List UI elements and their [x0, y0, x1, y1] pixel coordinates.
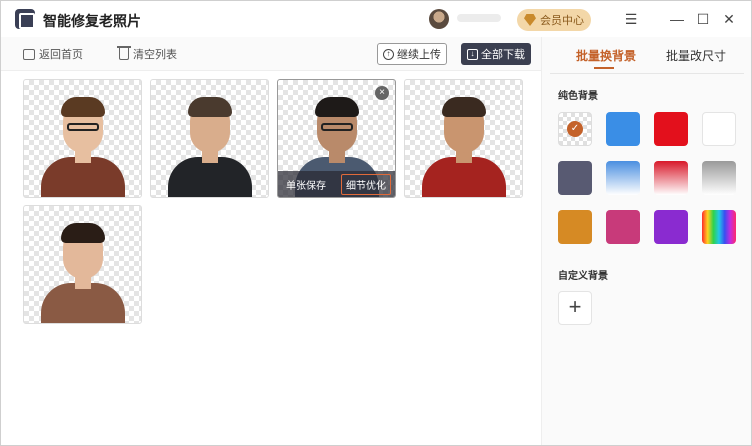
diamond-icon [524, 14, 536, 26]
photo-grid: × 单张保存 细节优化 [15, 71, 531, 433]
app-logo-icon [15, 9, 35, 29]
clear-list-label: 清空列表 [133, 49, 177, 61]
home-icon [23, 48, 35, 60]
back-home-label: 返回首页 [39, 49, 83, 61]
clear-list-button[interactable]: 清空列表 [117, 46, 177, 62]
menu-icon[interactable]: ☰ [623, 11, 639, 27]
trash-icon [117, 46, 131, 60]
vip-center-label: 会员中心 [540, 15, 584, 27]
left-toolbar: 返回首页 清空列表 [1, 37, 541, 71]
avatar[interactable] [429, 9, 449, 29]
portrait-image [40, 211, 125, 323]
tab-batch-background[interactable]: 批量换背景 [576, 47, 636, 64]
photo-card[interactable] [23, 79, 142, 198]
color-swatch[interactable] [606, 161, 640, 195]
photo-action-bar: 单张保存 细节优化 [278, 171, 395, 197]
color-swatch[interactable]: ✓ [558, 112, 592, 146]
color-swatch[interactable] [606, 210, 640, 244]
remove-photo-icon[interactable]: × [375, 86, 389, 100]
title-bar: 智能修复老照片 会员中心 ☰ — ☐ ✕ [1, 1, 751, 37]
download-icon: ↓ [467, 48, 478, 60]
tab-batch-resize[interactable]: 批量改尺寸 [666, 47, 726, 64]
continue-upload-button[interactable]: ↑ 继续上传 [377, 43, 447, 65]
color-swatch[interactable] [702, 161, 736, 195]
username-blurred [457, 14, 501, 22]
color-swatch[interactable] [558, 210, 592, 244]
solid-background-label: 纯色背景 [558, 91, 598, 102]
color-swatch[interactable] [558, 161, 592, 195]
color-swatch[interactable] [654, 210, 688, 244]
photo-card[interactable] [404, 79, 523, 198]
color-swatch[interactable] [654, 112, 688, 146]
portrait-image [421, 85, 506, 197]
back-home-button[interactable]: 返回首页 [23, 46, 83, 62]
color-swatch[interactable] [702, 112, 736, 146]
portrait-image [167, 85, 252, 197]
active-tab-indicator [594, 67, 614, 69]
minimize-icon[interactable]: — [669, 11, 685, 27]
app-title: 智能修复老照片 [43, 13, 141, 29]
upload-icon: ↑ [383, 48, 394, 60]
vip-center-button[interactable]: 会员中心 [517, 9, 591, 31]
color-swatch[interactable] [702, 210, 736, 244]
right-panel: 批量换背景 批量改尺寸 纯色背景 ✓ 自定义背景 + [541, 37, 751, 445]
download-all-button[interactable]: ↓ 全部下载 [461, 43, 531, 65]
app-window: 智能修复老照片 会员中心 ☰ — ☐ ✕ 返回首页 清空列表 ↑ 继续上传 ↓ … [0, 0, 752, 446]
photo-card[interactable]: × 单张保存 细节优化 [277, 79, 396, 198]
save-single-button[interactable]: 单张保存 [286, 177, 326, 192]
photo-card[interactable] [150, 79, 269, 198]
check-icon: ✓ [567, 121, 583, 137]
detail-optimize-button[interactable]: 细节优化 [341, 173, 391, 195]
photo-card[interactable] [23, 205, 142, 324]
custom-background-label: 自定义背景 [558, 271, 608, 282]
add-custom-background-button[interactable]: + [558, 291, 592, 325]
portrait-image [40, 85, 125, 197]
color-swatch[interactable] [606, 112, 640, 146]
maximize-icon[interactable]: ☐ [695, 11, 711, 27]
continue-upload-label: 继续上传 [397, 49, 441, 61]
close-icon[interactable]: ✕ [721, 11, 737, 27]
tab-divider [550, 73, 744, 74]
color-swatch[interactable] [654, 161, 688, 195]
download-all-label: 全部下载 [481, 49, 525, 61]
